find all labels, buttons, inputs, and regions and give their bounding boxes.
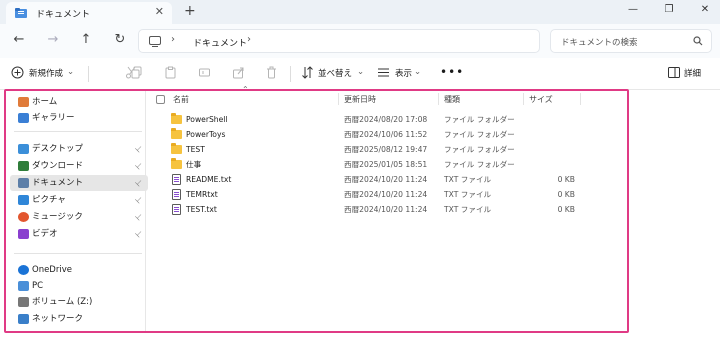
- maximize-button[interactable]: ❐: [662, 4, 676, 15]
- chevron-down-icon[interactable]: ⌄: [67, 67, 74, 77]
- highlight-frame: [4, 89, 629, 333]
- chevron-down-icon[interactable]: ⌄: [414, 67, 421, 77]
- view-icon[interactable]: [377, 66, 390, 79]
- view-button[interactable]: 表示: [395, 67, 412, 79]
- sort-button[interactable]: 並べ替え: [318, 67, 352, 79]
- tab-documents[interactable]: ドキュメント ✕: [6, 2, 172, 24]
- search-icon[interactable]: [693, 36, 703, 46]
- title-bar: ドキュメント ✕ + — ❐ ✕: [0, 0, 720, 24]
- search-box[interactable]: ドキュメントの検索: [550, 29, 712, 53]
- chevron-down-icon[interactable]: ⌄: [357, 67, 364, 77]
- close-tab-icon[interactable]: ✕: [155, 5, 164, 18]
- breadcrumb-chevron-icon[interactable]: ›: [247, 34, 251, 45]
- forward-button[interactable]: →: [45, 33, 61, 47]
- tab-title: ドキュメント: [36, 10, 91, 20]
- breadcrumb-documents[interactable]: ドキュメント: [193, 36, 247, 49]
- delete-icon[interactable]: [265, 66, 278, 79]
- more-options-icon[interactable]: •••: [440, 65, 464, 79]
- paste-icon[interactable]: [164, 66, 177, 79]
- refresh-button[interactable]: ↻: [112, 33, 128, 47]
- new-tab-button[interactable]: +: [184, 3, 196, 19]
- toolbar-divider: [88, 66, 89, 82]
- rename-icon[interactable]: [198, 66, 211, 79]
- close-window-button[interactable]: ✕: [698, 4, 712, 15]
- toolbar-divider: [290, 66, 291, 82]
- this-pc-icon[interactable]: [149, 36, 161, 48]
- new-plus-icon[interactable]: [11, 66, 24, 79]
- address-bar[interactable]: › ドキュメント ›: [138, 29, 540, 53]
- details-pane-icon[interactable]: [668, 67, 680, 78]
- details-button[interactable]: 詳細: [684, 67, 701, 79]
- sort-icon[interactable]: [301, 66, 314, 79]
- command-bar: 新規作成 ⌄ 並べ替え ⌄ 表示 ⌄ ••• 詳細: [0, 58, 720, 90]
- back-button[interactable]: ←: [11, 33, 27, 47]
- documents-folder-icon: [15, 8, 27, 18]
- minimize-button[interactable]: —: [626, 4, 640, 15]
- new-button[interactable]: 新規作成: [29, 67, 63, 79]
- breadcrumb-chevron-icon[interactable]: ›: [171, 34, 175, 45]
- navigation-bar: ← → ↑ ↻ › ドキュメント › ドキュメントの検索: [0, 24, 720, 58]
- share-icon[interactable]: [232, 66, 245, 79]
- copy-icon[interactable]: [130, 66, 143, 79]
- search-placeholder: ドキュメントの検索: [561, 38, 638, 48]
- up-button[interactable]: ↑: [78, 33, 94, 47]
